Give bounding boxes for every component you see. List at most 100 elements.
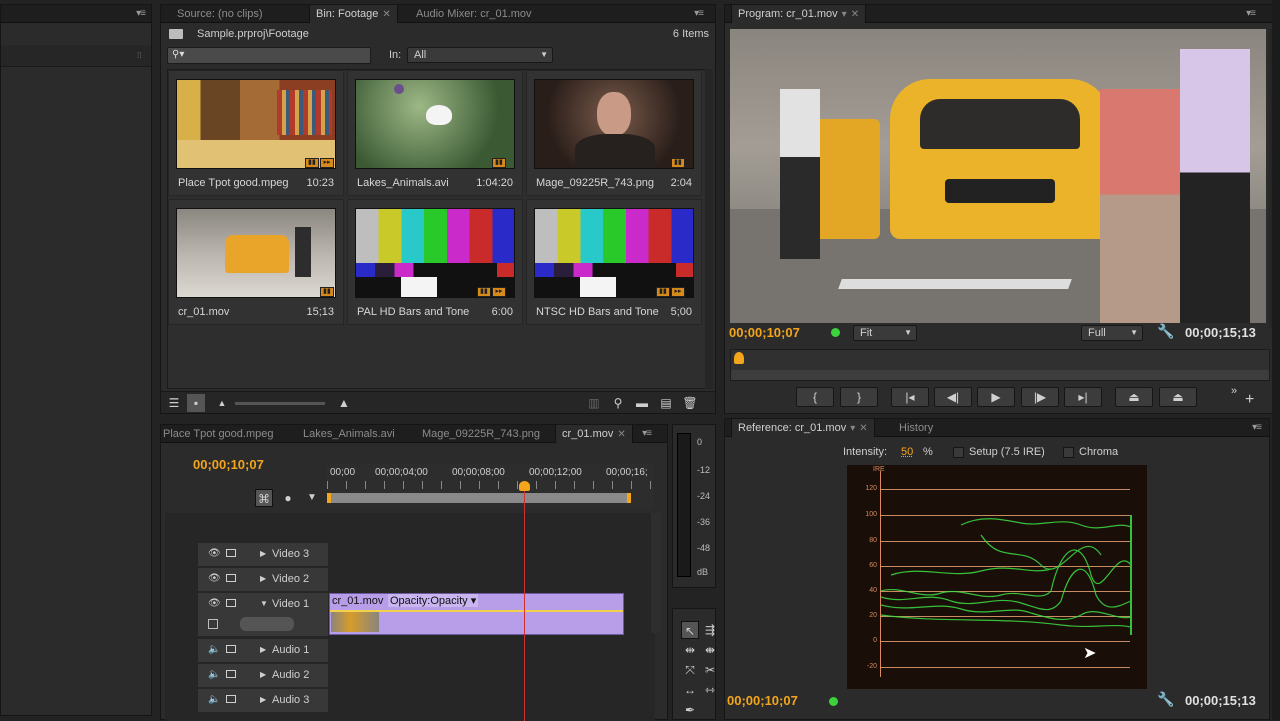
close-icon[interactable]: ✕ (617, 429, 625, 440)
in-filter-select[interactable]: All ▼ (407, 47, 553, 63)
marker-icon[interactable]: ● (279, 489, 297, 507)
eye-icon[interactable]: 👁 (208, 548, 221, 559)
track-header-video-2[interactable]: 👁 ▶ Video 2 (198, 568, 328, 592)
tab-sequence-active[interactable]: cr_01.mov ✕ (555, 425, 633, 443)
list-view-icon[interactable]: ☰ (165, 394, 183, 412)
mark-in-button[interactable]: { (796, 387, 834, 407)
tab-source[interactable]: Source: (no clips) (177, 5, 263, 23)
step-forward-button[interactable]: |▶ (1021, 387, 1059, 407)
timeline-timecode[interactable]: 00;00;10;07 (193, 457, 264, 472)
bin-scrollbar[interactable] (705, 69, 713, 389)
lock-icon[interactable] (226, 670, 236, 678)
speaker-icon[interactable]: 🔈 (208, 669, 220, 680)
tab-sequence[interactable]: Mage_09225R_743.png (422, 425, 540, 443)
intensity-value[interactable]: 50 (901, 446, 913, 458)
new-bin-icon[interactable]: ▬ (633, 394, 651, 412)
lock-icon[interactable] (226, 549, 236, 557)
expand-icon[interactable]: ▶ (260, 549, 266, 558)
collapse-icon[interactable]: ▼ (260, 599, 268, 608)
lift-button[interactable]: ⏏ (1115, 387, 1153, 407)
close-icon[interactable]: ✕ (851, 9, 859, 20)
fit-select[interactable]: Fit ▼ (853, 325, 917, 341)
timeline-scrollbar[interactable] (651, 513, 661, 633)
slip-tool-icon[interactable]: ↔ (681, 681, 699, 699)
panel-menu-icon[interactable]: ▾≡ (642, 428, 652, 439)
expand-icon[interactable]: ▶ (260, 695, 266, 704)
tab-audio-mixer[interactable]: Audio Mixer: cr_01.mov (416, 5, 532, 23)
keyframe-nav[interactable] (240, 617, 294, 631)
panel-menu-icon[interactable]: ▾≡ (694, 8, 704, 19)
zoom-out-icon[interactable]: ▲ (213, 394, 231, 412)
work-area-bar[interactable] (327, 493, 631, 503)
speaker-icon[interactable]: 🔈 (208, 694, 220, 705)
clip-item[interactable]: ▮▮ ▸▸ NTSC HD Bars and Tone 5;00 (526, 199, 702, 325)
close-icon[interactable]: ✕ (859, 423, 867, 434)
clip-item[interactable]: ▮▮ ▸▸ PAL HD Bars and Tone 6:00 (347, 199, 523, 325)
new-item-icon[interactable]: ▤ (657, 394, 675, 412)
track-header-audio-3[interactable]: 🔈 ▶ Audio 3 (198, 689, 328, 713)
rolling-edit-tool-icon[interactable]: ⇼ (701, 641, 719, 659)
display-style-icon[interactable] (208, 619, 218, 629)
clip-item[interactable]: ▮▮ ▸▸ Place Tpot good.mpeg 10:23 (168, 70, 344, 196)
tab-reference[interactable]: Reference: cr_01.mov ▾ ✕ (731, 419, 875, 437)
zoom-slider[interactable] (235, 402, 325, 405)
extract-button[interactable]: ⏏ (1159, 387, 1197, 407)
program-video-frame[interactable] (730, 29, 1266, 323)
set-marker-icon[interactable]: ▼ (303, 489, 321, 507)
close-icon[interactable]: ✕ (382, 9, 390, 20)
delete-icon[interactable]: 🗑 (681, 394, 699, 412)
rate-stretch-tool-icon[interactable]: ⤧ (681, 661, 699, 679)
lock-icon[interactable] (226, 599, 236, 607)
search-input[interactable]: ⚲▾ (167, 47, 371, 64)
setup-checkbox[interactable] (953, 447, 964, 458)
program-scroll-track[interactable] (731, 370, 1269, 380)
expand-icon[interactable]: ▶ (260, 645, 266, 654)
razor-tool-icon[interactable]: ✂ (701, 661, 719, 679)
panel-menu-icon[interactable]: ▾≡ (1246, 8, 1256, 19)
waveform-scope[interactable]: IRE 120 100 80 60 40 20 0 -20 ➤ (847, 465, 1147, 689)
panel-menu-icon[interactable]: ▾≡ (136, 8, 146, 19)
quality-select[interactable]: Full ▼ (1081, 325, 1143, 341)
track-header-audio-1[interactable]: 🔈 ▶ Audio 1 (198, 639, 328, 663)
reference-current-timecode[interactable]: 00;00;10;07 (727, 693, 798, 708)
expand-icon[interactable]: ▶ (260, 670, 266, 679)
time-ruler[interactable]: 00;00 00;00;04;00 00;00;08;00 00;00;12;0… (327, 463, 653, 509)
track-select-tool-icon[interactable]: ⇶ (701, 621, 719, 639)
lock-icon[interactable] (226, 574, 236, 582)
mark-out-button[interactable]: } (840, 387, 878, 407)
add-button-icon[interactable]: + (1245, 391, 1254, 409)
clip-item[interactable]: ▮▮ cr_01.mov 15;13 (168, 199, 344, 325)
find-icon[interactable]: ⚲ (609, 394, 627, 412)
pen-tool-icon[interactable]: ✒ (681, 701, 699, 719)
go-to-out-button[interactable]: ▸| (1064, 387, 1102, 407)
chevron-down-icon[interactable]: ▾ (850, 423, 855, 434)
playhead-head-icon[interactable] (519, 481, 530, 491)
resize-grip-icon[interactable]: ⁞⁞ (137, 51, 141, 60)
automate-icon[interactable]: ▥ (585, 394, 603, 412)
wrench-icon[interactable]: 🔧 (1157, 323, 1174, 340)
timeline-clip[interactable]: cr_01.mov Opacity:Opacity ▾ (329, 593, 624, 635)
tab-program[interactable]: Program: cr_01.mov ▾ ✕ (731, 5, 867, 23)
play-button[interactable]: ▶ (977, 387, 1015, 407)
opacity-line[interactable] (330, 610, 623, 612)
playhead-line[interactable] (524, 487, 525, 721)
program-scrub-bar[interactable] (730, 349, 1270, 381)
tab-sequence[interactable]: Lakes_Animals.avi (303, 425, 395, 443)
program-current-timecode[interactable]: 00;00;10;07 (729, 325, 800, 340)
eye-icon[interactable]: 👁 (208, 573, 221, 584)
chevron-down-icon[interactable]: ▾ (842, 9, 847, 20)
lock-icon[interactable] (226, 645, 236, 653)
eye-icon[interactable]: 👁 (208, 598, 221, 609)
track-header-video-1[interactable]: 👁 ▼ Video 1 (198, 593, 328, 637)
zoom-in-icon[interactable]: ▲ (335, 394, 353, 412)
panel-menu-icon[interactable]: ▾≡ (1252, 422, 1262, 433)
go-to-in-button[interactable]: |◂ (891, 387, 929, 407)
track-header-video-3[interactable]: 👁 ▶ Video 3 (198, 543, 328, 567)
speaker-icon[interactable]: 🔈 (208, 644, 220, 655)
tab-history[interactable]: History (899, 419, 933, 437)
clip-item[interactable]: ▮▮ Lakes_Animals.avi 1:04:20 (347, 70, 523, 196)
slide-tool-icon[interactable]: ⇿ (701, 681, 719, 699)
tab-sequence[interactable]: Place Tpot good.mpeg (163, 425, 273, 443)
clip-effect-dropdown[interactable]: Opacity:Opacity ▾ (388, 594, 479, 607)
chroma-checkbox[interactable] (1063, 447, 1074, 458)
